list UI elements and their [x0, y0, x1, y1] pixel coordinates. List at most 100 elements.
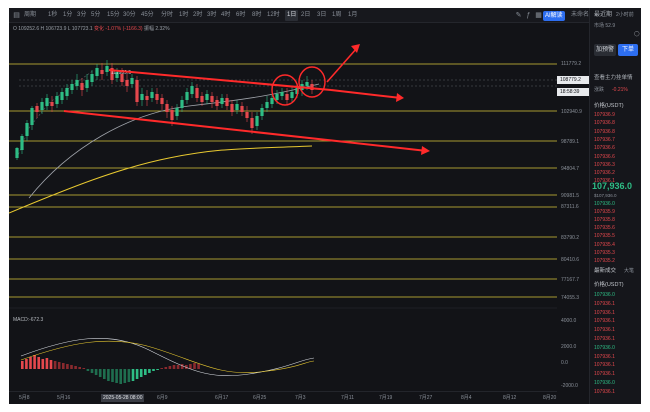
timeframe-1[interactable]: 1分 — [63, 10, 72, 21]
timeframe-4[interactable]: 15分 — [107, 10, 120, 21]
macd-bar-38 — [176, 365, 180, 369]
candle-body-11 — [70, 84, 74, 90]
upper-trend-extension — [330, 89, 402, 99]
date-axis: 5月85月165月286月96月176月257月37月117月197月278月4… — [9, 391, 557, 404]
timeframe-16[interactable]: 2日 — [301, 10, 310, 21]
candle-body-35 — [190, 86, 194, 94]
trades-price-header: 价格(USDT) — [594, 282, 624, 288]
timeframe-18[interactable]: 1周 — [332, 10, 341, 21]
bid-price-4[interactable]: 107935.5 — [594, 233, 615, 240]
candle-body-24 — [135, 80, 139, 102]
candle-body-36 — [195, 88, 199, 98]
bid-price-6[interactable]: 107935.3 — [594, 250, 615, 257]
price-level-3: 94804.7 — [561, 166, 580, 172]
timeframe-8[interactable]: 1时 — [179, 10, 188, 21]
timeframe-12[interactable]: 6时 — [236, 10, 245, 21]
macd-bar-9 — [57, 362, 61, 369]
draw-tool-icon[interactable]: ✎ — [514, 11, 523, 20]
timeframe-3[interactable]: 5分 — [91, 10, 100, 21]
bid-price-0[interactable]: 107936.0 — [594, 201, 615, 208]
candle-body-47 — [250, 118, 254, 128]
ohlc-open: O 109252.6 — [13, 26, 40, 32]
current-price-tag: 108779.2 — [557, 76, 589, 84]
timeframe-9[interactable]: 2时 — [193, 10, 202, 21]
price-axis: 111779.2 102940.9 98789.1 94804.7 90981.5 873… — [557, 23, 589, 404]
candle-body-0 — [15, 148, 19, 158]
date-label-0: 5月8 — [19, 395, 30, 401]
date-label-5: 6月25 — [253, 395, 267, 401]
timeframe-7[interactable]: 分时 — [161, 10, 173, 21]
ask-price-1[interactable]: 107936.8 — [594, 120, 615, 127]
timeframe-13[interactable]: 8时 — [252, 10, 261, 21]
macd-bar-39 — [180, 364, 184, 369]
breakout-arrow-line — [326, 47, 358, 83]
ask-price-5[interactable]: 107936.6 — [594, 154, 615, 161]
candle-body-15 — [90, 74, 94, 82]
macd-dea-line — [20, 340, 315, 373]
bid-price-3[interactable]: 107935.6 — [594, 225, 615, 232]
add-alert-button[interactable]: 加预警 — [594, 44, 616, 56]
candle-body-37 — [200, 96, 204, 102]
ask-price-7[interactable]: 107936.2 — [594, 170, 615, 177]
timeframe-0[interactable]: 1秒 — [48, 10, 57, 21]
macd-level-2: 0.0 — [561, 360, 568, 366]
settings-label[interactable]: 未命名 — [571, 10, 589, 21]
candle-body-30 — [165, 104, 169, 112]
timeframe-6[interactable]: 45分 — [141, 10, 154, 21]
candlestick-chart[interactable]: 111959.5MACD:-672.3 — [9, 35, 557, 391]
candle-body-54 — [285, 94, 289, 100]
trades-title: 最新成交 — [594, 268, 617, 274]
timeframe-5[interactable]: 30分 — [123, 10, 136, 21]
ask-price-4[interactable]: 107936.6 — [594, 145, 615, 152]
date-label-9: 7月27 — [419, 395, 433, 401]
macd-bar-3 — [33, 355, 36, 369]
date-label-4: 6月17 — [215, 395, 229, 401]
candle-body-31 — [170, 110, 174, 120]
bid-price-7[interactable]: 107935.2 — [594, 258, 615, 265]
countdown-tag: 18:58:39 — [557, 88, 589, 96]
change-value: -0.21% — [612, 87, 628, 93]
trades-tab-large[interactable]: 大笔 — [624, 267, 634, 275]
date-label-11: 8月12 — [503, 395, 517, 401]
timeframe-10[interactable]: 3时 — [207, 10, 216, 21]
candle-body-41 — [220, 98, 224, 104]
candle-body-9 — [60, 92, 64, 100]
ask-price-6[interactable]: 107936.3 — [594, 162, 615, 169]
candle-body-32 — [175, 108, 179, 116]
ask-price-0[interactable]: 107936.9 — [594, 112, 615, 119]
timeframe-17[interactable]: 3日 — [317, 10, 326, 21]
ask-price-3[interactable]: 107936.7 — [594, 137, 615, 144]
indicator-icon[interactable]: ƒ — [524, 11, 533, 20]
order-button[interactable]: 下单 — [618, 44, 638, 56]
macd-bar-8 — [53, 361, 57, 369]
macd-bar-34 — [160, 368, 163, 369]
ai-analysis-button[interactable]: AI解读 — [543, 11, 565, 21]
ask-price-2[interactable]: 107936.8 — [594, 129, 615, 136]
timeframe-19[interactable]: 1月 — [348, 10, 357, 21]
period-label[interactable]: 周期 — [24, 10, 36, 21]
timeframe-2[interactable]: 3分 — [77, 10, 86, 21]
bid-price-5[interactable]: 107935.4 — [594, 242, 615, 249]
price-level-2: 98789.1 — [561, 139, 580, 145]
macd-bar-17 — [90, 369, 94, 373]
date-label-10: 8月4 — [461, 395, 472, 401]
macd-bar-31 — [148, 369, 151, 373]
timeframe-14[interactable]: 12时 — [267, 10, 280, 21]
macd-bar-26 — [127, 369, 131, 382]
macd-bar-35 — [164, 367, 168, 369]
timeframe-15[interactable]: 1日 — [285, 10, 299, 21]
macd-bar-27 — [131, 369, 135, 381]
macd-bar-23 — [115, 369, 118, 383]
bid-price-1[interactable]: 107935.9 — [594, 209, 615, 216]
sidebar-bell-icon[interactable]: ◯ — [634, 30, 640, 38]
trade-row-7: 107936.1 — [594, 353, 615, 360]
bid-price-2[interactable]: 107935.8 — [594, 217, 615, 224]
candle-body-39 — [210, 96, 214, 102]
chart-type-icon[interactable]: ▤ — [12, 11, 21, 20]
candle-body-44 — [235, 104, 239, 110]
candle-body-3 — [30, 108, 34, 125]
candle-body-10 — [65, 88, 69, 96]
timeframe-11[interactable]: 4时 — [221, 10, 230, 21]
macd-level-0: 4000.0 — [561, 318, 577, 324]
layout-icon[interactable]: ▦ — [534, 11, 543, 20]
